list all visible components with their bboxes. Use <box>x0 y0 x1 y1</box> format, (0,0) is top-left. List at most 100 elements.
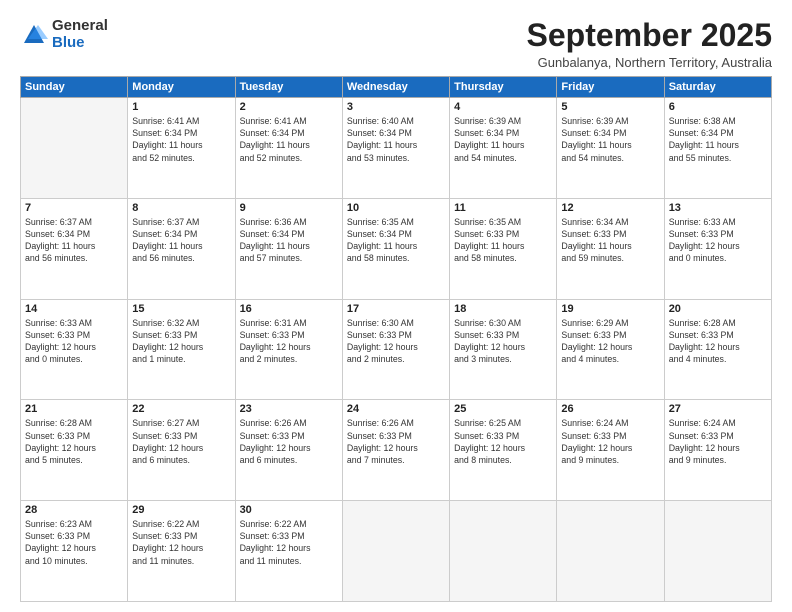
day-cell: 23Sunrise: 6:26 AMSunset: 6:33 PMDayligh… <box>235 400 342 501</box>
day-number: 21 <box>25 403 123 415</box>
header: General Blue September 2025 Gunbalanya, … <box>20 18 772 70</box>
day-number: 12 <box>561 202 659 214</box>
day-cell: 18 Sunrise: 6:30 AMSunset: 6:33 PMDayligh… <box>450 299 557 400</box>
day-cell: 21 Sunrise: 6:28 AMSunset: 6:33 PMDayligh… <box>21 400 128 501</box>
day-cell: 22Sunrise: 6:27 AMSunset: 6:33 PMDayligh… <box>128 400 235 501</box>
day-header-tuesday: Tuesday <box>235 77 342 98</box>
day-number: 24 <box>347 403 445 415</box>
day-number: 7 <box>25 202 123 214</box>
day-number: 30 <box>240 504 338 516</box>
day-number: 3 <box>347 101 445 113</box>
day-number: 6 <box>669 101 767 113</box>
calendar-table: SundayMondayTuesdayWednesdayThursdayFrid… <box>20 76 772 602</box>
day-info: Sunrise: 6:33 AMSunset: 6:33 PMDaylight:… <box>669 216 767 265</box>
day-info: Sunrise: 6:31 AMSunset: 6:33 PMDaylight:… <box>240 317 338 366</box>
day-number: 25 <box>454 403 552 415</box>
day-number: 26 <box>561 403 659 415</box>
week-row-2: 14 Sunrise: 6:33 AMSunset: 6:33 PMDayligh… <box>21 299 772 400</box>
day-info: Sunrise: 6:25 AMSunset: 6:33 PMDaylight:… <box>454 417 552 466</box>
week-row-4: 28Sunrise: 6:23 AMSunset: 6:33 PMDayligh… <box>21 501 772 602</box>
day-info: Sunrise: 6:37 AMSunset: 6:34 PMDaylight:… <box>132 216 230 265</box>
day-info: Sunrise: 6:26 AMSunset: 6:33 PMDaylight:… <box>347 417 445 466</box>
day-header-monday: Monday <box>128 77 235 98</box>
day-cell: 17 Sunrise: 6:30 AMSunset: 6:33 PMDayligh… <box>342 299 449 400</box>
header-row: SundayMondayTuesdayWednesdayThursdayFrid… <box>21 77 772 98</box>
day-number: 5 <box>561 101 659 113</box>
day-number: 29 <box>132 504 230 516</box>
day-info: Sunrise: 6:27 AMSunset: 6:33 PMDaylight:… <box>132 417 230 466</box>
day-number: 2 <box>240 101 338 113</box>
day-info: Sunrise: 6:28 AMSunset: 6:33 PMDaylight:… <box>25 417 123 466</box>
day-cell: 16 Sunrise: 6:31 AMSunset: 6:33 PMDayligh… <box>235 299 342 400</box>
day-info: Sunrise: 6:39 AMSunset: 6:34 PMDaylight:… <box>454 115 552 164</box>
calendar-body: 1Sunrise: 6:41 AMSunset: 6:34 PMDaylight… <box>21 98 772 602</box>
day-number: 19 <box>561 303 659 315</box>
day-number: 16 <box>240 303 338 315</box>
logo-text: General Blue <box>52 18 108 51</box>
day-cell <box>342 501 449 602</box>
day-cell: 8 Sunrise: 6:37 AMSunset: 6:34 PMDaylight… <box>128 198 235 299</box>
day-info: Sunrise: 6:32 AMSunset: 6:33 PMDaylight:… <box>132 317 230 366</box>
day-cell: 30 Sunrise: 6:22 AMSunset: 6:33 PMDayligh… <box>235 501 342 602</box>
subtitle: Gunbalanya, Northern Territory, Australi… <box>527 55 772 70</box>
day-number: 4 <box>454 101 552 113</box>
logo: General Blue <box>20 18 108 51</box>
day-cell: 19 Sunrise: 6:29 AMSunset: 6:33 PMDayligh… <box>557 299 664 400</box>
day-number: 13 <box>669 202 767 214</box>
day-cell: 28Sunrise: 6:23 AMSunset: 6:33 PMDayligh… <box>21 501 128 602</box>
day-info: Sunrise: 6:36 AMSunset: 6:34 PMDaylight:… <box>240 216 338 265</box>
day-cell: 9Sunrise: 6:36 AMSunset: 6:34 PMDaylight… <box>235 198 342 299</box>
day-cell: 6 Sunrise: 6:38 AMSunset: 6:34 PMDaylight… <box>664 98 771 199</box>
page: General Blue September 2025 Gunbalanya, … <box>0 0 792 612</box>
day-info: Sunrise: 6:24 AMSunset: 6:33 PMDaylight:… <box>669 417 767 466</box>
day-header-thursday: Thursday <box>450 77 557 98</box>
day-number: 18 <box>454 303 552 315</box>
day-cell <box>450 501 557 602</box>
title-block: September 2025 Gunbalanya, Northern Terr… <box>527 18 772 70</box>
day-info: Sunrise: 6:30 AMSunset: 6:33 PMDaylight:… <box>454 317 552 366</box>
day-info: Sunrise: 6:39 AMSunset: 6:34 PMDaylight:… <box>561 115 659 164</box>
day-info: Sunrise: 6:29 AMSunset: 6:33 PMDaylight:… <box>561 317 659 366</box>
day-info: Sunrise: 6:34 AMSunset: 6:33 PMDaylight:… <box>561 216 659 265</box>
logo-general: General <box>52 18 108 35</box>
day-cell: 12 Sunrise: 6:34 AMSunset: 6:33 PMDayligh… <box>557 198 664 299</box>
day-number: 17 <box>347 303 445 315</box>
day-cell: 26 Sunrise: 6:24 AMSunset: 6:33 PMDayligh… <box>557 400 664 501</box>
day-info: Sunrise: 6:22 AMSunset: 6:33 PMDaylight:… <box>132 518 230 567</box>
day-cell: 10 Sunrise: 6:35 AMSunset: 6:34 PMDayligh… <box>342 198 449 299</box>
day-info: Sunrise: 6:28 AMSunset: 6:33 PMDaylight:… <box>669 317 767 366</box>
day-cell <box>21 98 128 199</box>
day-info: Sunrise: 6:22 AMSunset: 6:33 PMDaylight:… <box>240 518 338 567</box>
day-number: 23 <box>240 403 338 415</box>
day-cell: 15 Sunrise: 6:32 AMSunset: 6:33 PMDayligh… <box>128 299 235 400</box>
day-cell: 1Sunrise: 6:41 AMSunset: 6:34 PMDaylight… <box>128 98 235 199</box>
day-info: Sunrise: 6:37 AMSunset: 6:34 PMDaylight:… <box>25 216 123 265</box>
day-number: 10 <box>347 202 445 214</box>
day-cell: 7 Sunrise: 6:37 AMSunset: 6:34 PMDaylight… <box>21 198 128 299</box>
day-info: Sunrise: 6:35 AMSunset: 6:34 PMDaylight:… <box>347 216 445 265</box>
day-number: 20 <box>669 303 767 315</box>
day-header-wednesday: Wednesday <box>342 77 449 98</box>
day-info: Sunrise: 6:33 AMSunset: 6:33 PMDaylight:… <box>25 317 123 366</box>
day-info: Sunrise: 6:38 AMSunset: 6:34 PMDaylight:… <box>669 115 767 164</box>
day-cell: 24 Sunrise: 6:26 AMSunset: 6:33 PMDayligh… <box>342 400 449 501</box>
day-cell: 25 Sunrise: 6:25 AMSunset: 6:33 PMDayligh… <box>450 400 557 501</box>
logo-icon <box>20 21 48 49</box>
week-row-3: 21 Sunrise: 6:28 AMSunset: 6:33 PMDayligh… <box>21 400 772 501</box>
day-cell: 4 Sunrise: 6:39 AMSunset: 6:34 PMDaylight… <box>450 98 557 199</box>
day-number: 8 <box>132 202 230 214</box>
day-number: 15 <box>132 303 230 315</box>
week-row-0: 1Sunrise: 6:41 AMSunset: 6:34 PMDaylight… <box>21 98 772 199</box>
day-cell: 20 Sunrise: 6:28 AMSunset: 6:33 PMDayligh… <box>664 299 771 400</box>
day-number: 27 <box>669 403 767 415</box>
day-cell: 3 Sunrise: 6:40 AMSunset: 6:34 PMDaylight… <box>342 98 449 199</box>
day-info: Sunrise: 6:24 AMSunset: 6:33 PMDaylight:… <box>561 417 659 466</box>
day-info: Sunrise: 6:23 AMSunset: 6:33 PMDaylight:… <box>25 518 123 567</box>
day-cell: 14 Sunrise: 6:33 AMSunset: 6:33 PMDayligh… <box>21 299 128 400</box>
day-number: 14 <box>25 303 123 315</box>
day-info: Sunrise: 6:30 AMSunset: 6:33 PMDaylight:… <box>347 317 445 366</box>
day-cell: 11Sunrise: 6:35 AMSunset: 6:33 PMDayligh… <box>450 198 557 299</box>
day-info: Sunrise: 6:40 AMSunset: 6:34 PMDaylight:… <box>347 115 445 164</box>
day-cell <box>664 501 771 602</box>
day-number: 11 <box>454 202 552 214</box>
